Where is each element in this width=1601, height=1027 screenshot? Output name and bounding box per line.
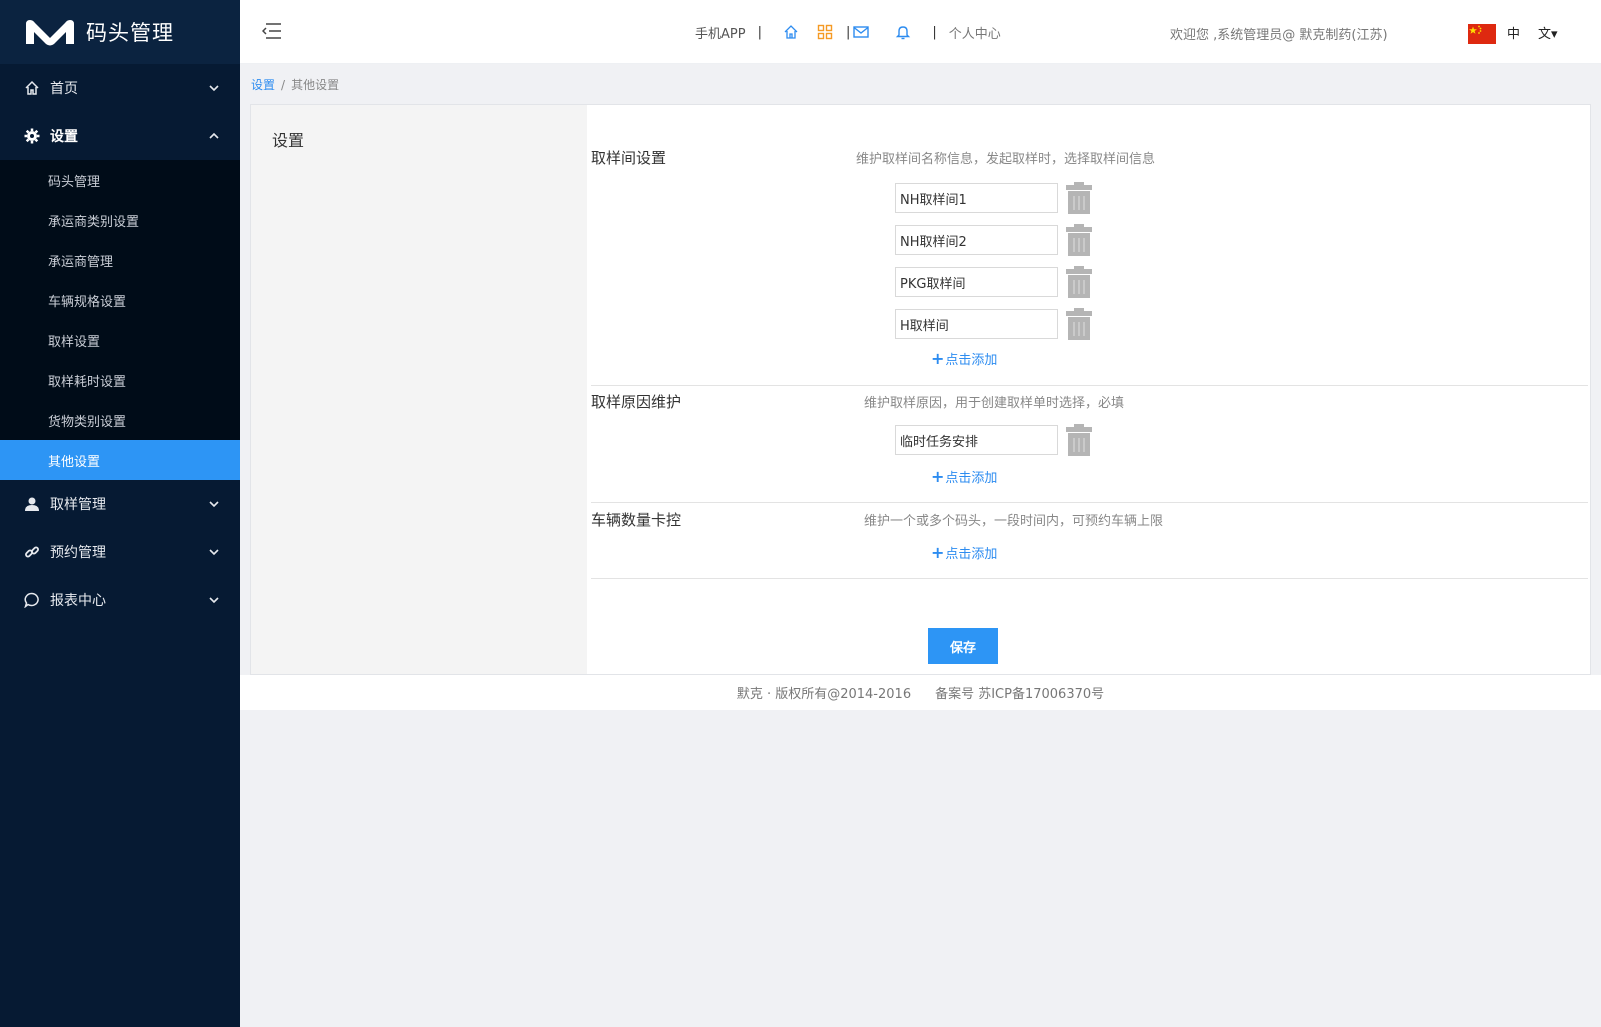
menu-reservation[interactable]: 预约管理 [0, 528, 240, 576]
chevron-down-icon [208, 594, 220, 606]
chevron-up-icon [208, 130, 220, 142]
menu-reports[interactable]: 报表中心 [0, 576, 240, 624]
chat-bubble-icon [24, 592, 40, 608]
menu-fold-icon[interactable] [262, 22, 282, 40]
plus-icon: + [931, 349, 945, 368]
sampling-room-input[interactable] [895, 267, 1058, 297]
sampling-room-input[interactable] [895, 309, 1058, 339]
vehicle-limit-section: 车辆数量卡控 维护一个或多个码头，一段时间内，可预约车辆上限 + 点击添加 [591, 503, 1588, 579]
sampling-room-row [895, 265, 1094, 299]
menu-home-label: 首页 [50, 81, 78, 97]
add-sampling-room-button[interactable]: + 点击添加 [931, 349, 997, 368]
settings-panel: 设置 取样间设置 维护取样间名称信息，发起取样时，选择取样间信息 +点击添加 取… [250, 104, 1591, 675]
language-dropdown[interactable]: 文▾ [1538, 23, 1558, 42]
sidebar-item-sampling-time[interactable]: 取样耗时设置 [0, 360, 240, 400]
breadcrumb-root[interactable]: 设置 [251, 78, 275, 92]
sidebar-item-sampling-settings[interactable]: 取样设置 [0, 320, 240, 360]
chevron-down-icon [208, 498, 220, 510]
sampling-room-section: 取样间设置 维护取样间名称信息，发起取样时，选择取样间信息 +点击添加 [591, 105, 1588, 391]
footer: 默克 · 版权所有@2014-2016 备案号 苏ICP备17006370号 [240, 675, 1601, 710]
plus-icon: + [931, 543, 945, 562]
sampling-reason-section: 取样原因维护 维护取样原因，用于创建取样单时选择，必填 +点击添加 [591, 385, 1588, 503]
logo-m-icon [26, 20, 74, 46]
top-header: 手机APP | | | 个人中心 欢迎您 ,系统管理员@ 默克制药(江苏) 中 … [240, 0, 1601, 64]
mobile-app-link[interactable]: 手机APP [695, 23, 746, 42]
trash-icon[interactable] [1064, 307, 1094, 341]
sidebar-item-cargo-category[interactable]: 货物类别设置 [0, 400, 240, 440]
icp-text: 备案号 苏ICP备17006370号 [935, 687, 1105, 702]
home-icon [24, 80, 40, 96]
panel-left: 设置 [251, 105, 587, 674]
plus-icon: + [931, 467, 945, 486]
separator: | [757, 24, 762, 40]
add-sampling-reason-button[interactable]: + 点击添加 [931, 467, 997, 486]
menu-sampling-label: 取样管理 [50, 497, 106, 513]
sampling-room-row [895, 223, 1094, 257]
bell-icon[interactable] [894, 23, 912, 41]
logo[interactable]: 码头管理 [0, 0, 240, 64]
sidebar-item-carrier-category[interactable]: 承运商类别设置 [0, 200, 240, 240]
link-icon [24, 544, 40, 560]
china-flag-icon[interactable] [1468, 24, 1496, 44]
section-title: 取样原因维护 [591, 393, 682, 411]
trash-icon[interactable] [1064, 423, 1094, 457]
menu-settings[interactable]: 设置 [0, 112, 240, 160]
menu-sampling[interactable]: 取样管理 [0, 480, 240, 528]
app-title: 码头管理 [86, 21, 174, 45]
chevron-down-icon [208, 82, 220, 94]
menu-reservation-label: 预约管理 [50, 545, 106, 561]
header-nav: 手机APP | | | 个人中心 [695, 0, 1001, 64]
add-label: 点击添加 [945, 471, 998, 486]
trash-icon[interactable] [1064, 265, 1094, 299]
user-icon [24, 496, 40, 512]
menu-reports-label: 报表中心 [50, 593, 106, 609]
sidebar: 码头管理 首页 设置 码头管理 承运商类别设置 承运商管理 车辆规格设置 取样设… [0, 0, 240, 1027]
sidebar-item-carrier-management[interactable]: 承运商管理 [0, 240, 240, 280]
mail-icon[interactable] [852, 23, 870, 41]
personal-center-link[interactable]: 个人中心 [949, 23, 1001, 42]
separator: | [845, 24, 851, 40]
sampling-reason-input[interactable] [895, 425, 1058, 455]
add-label: 点击添加 [945, 353, 998, 368]
gear-icon [24, 128, 40, 144]
section-description: 维护取样原因，用于创建取样单时选择，必填 [864, 396, 1125, 411]
welcome-text: 欢迎您 ,系统管理员@ 默克制药(江苏) [1170, 28, 1388, 43]
add-vehicle-limit-button[interactable]: + 点击添加 [931, 543, 997, 562]
trash-icon[interactable] [1064, 223, 1094, 257]
sampling-reason-row [895, 423, 1094, 457]
sampling-room-row [895, 181, 1094, 215]
add-label: 点击添加 [945, 547, 998, 562]
section-title: 取样间设置 [591, 149, 667, 167]
home-icon[interactable] [782, 23, 800, 41]
sidebar-item-other-settings[interactable]: 其他设置 [0, 440, 240, 480]
chevron-down-icon [208, 546, 220, 558]
section-divider [591, 578, 1588, 579]
sampling-room-input[interactable] [895, 225, 1058, 255]
settings-submenu: 码头管理 承运商类别设置 承运商管理 车辆规格设置 取样设置 取样耗时设置 货物… [0, 160, 240, 480]
sidebar-item-vehicle-spec[interactable]: 车辆规格设置 [0, 280, 240, 320]
breadcrumb: 设置 / 其他设置 [251, 76, 339, 93]
section-title: 车辆数量卡控 [591, 511, 682, 529]
panel-title: 设置 [272, 131, 305, 150]
menu-settings-label: 设置 [50, 129, 78, 145]
grid-icon[interactable] [816, 23, 834, 41]
trash-icon[interactable] [1064, 181, 1094, 215]
section-description: 维护取样间名称信息，发起取样时，选择取样间信息 [856, 152, 1156, 167]
copyright-text: 默克 · 版权所有@2014-2016 [736, 687, 912, 702]
save-button[interactable]: 保存 [928, 628, 998, 664]
breadcrumb-separator: / [281, 78, 286, 92]
menu-home[interactable]: 首页 [0, 64, 240, 112]
language-current[interactable]: 中 [1507, 23, 1520, 42]
section-description: 维护一个或多个码头，一段时间内，可预约车辆上限 [864, 514, 1164, 529]
sidebar-item-dock-management[interactable]: 码头管理 [0, 160, 240, 200]
sampling-room-input[interactable] [895, 183, 1058, 213]
breadcrumb-current: 其他设置 [291, 78, 340, 92]
separator: | [932, 24, 937, 40]
sampling-room-row [895, 307, 1094, 341]
